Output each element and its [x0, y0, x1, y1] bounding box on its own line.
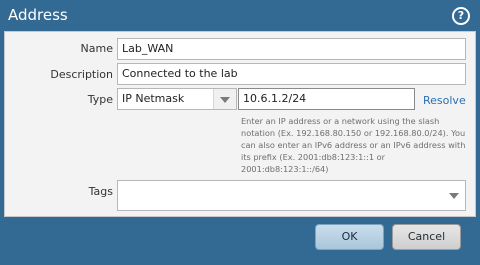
tags-label: Tags	[88, 185, 113, 198]
type-select-value: IP Netmask	[122, 92, 185, 105]
type-label: Type	[87, 93, 113, 106]
name-label: Name	[80, 42, 113, 55]
name-input[interactable]: Lab_WAN	[117, 38, 466, 60]
tags-input[interactable]	[117, 180, 466, 211]
ip-hint-text: Enter an IP address or a network using t…	[241, 115, 473, 175]
ok-button[interactable]: OK	[315, 224, 384, 250]
help-icon[interactable]: ?	[452, 7, 470, 25]
hint-line: its prefix (Ex. 2001:db8:123:1::1 or	[241, 152, 386, 162]
cancel-button[interactable]: Cancel	[392, 224, 461, 250]
address-dialog: Address ? Name Lab_WAN Description Conne…	[0, 0, 480, 265]
ip-address-input-value: 10.6.1.2/24	[243, 92, 307, 105]
type-select-dropdown[interactable]	[213, 89, 236, 109]
title-bar: Address ?	[0, 0, 480, 31]
chevron-down-icon	[220, 97, 230, 103]
description-label: Description	[50, 68, 113, 81]
name-input-value: Lab_WAN	[122, 42, 174, 55]
hint-line: 2001:db8:123:1::/64)	[241, 164, 329, 174]
hint-line: Enter an IP address or a network using t…	[241, 116, 440, 126]
tags-dropdown-icon[interactable]	[449, 193, 459, 199]
resolve-link[interactable]: Resolve	[423, 94, 466, 107]
dialog-title: Address	[8, 6, 68, 24]
description-input[interactable]: Connected to the lab	[117, 63, 466, 85]
form-panel: Name Lab_WAN Description Connected to th…	[4, 31, 476, 217]
ip-address-input[interactable]: 10.6.1.2/24	[238, 88, 415, 110]
hint-line: can also enter an IPv6 address or an IPv…	[241, 140, 466, 150]
description-input-value: Connected to the lab	[122, 67, 238, 80]
hint-line: notation (Ex. 192.168.80.150 or 192.168.…	[241, 128, 466, 138]
type-select[interactable]: IP Netmask	[117, 88, 237, 110]
